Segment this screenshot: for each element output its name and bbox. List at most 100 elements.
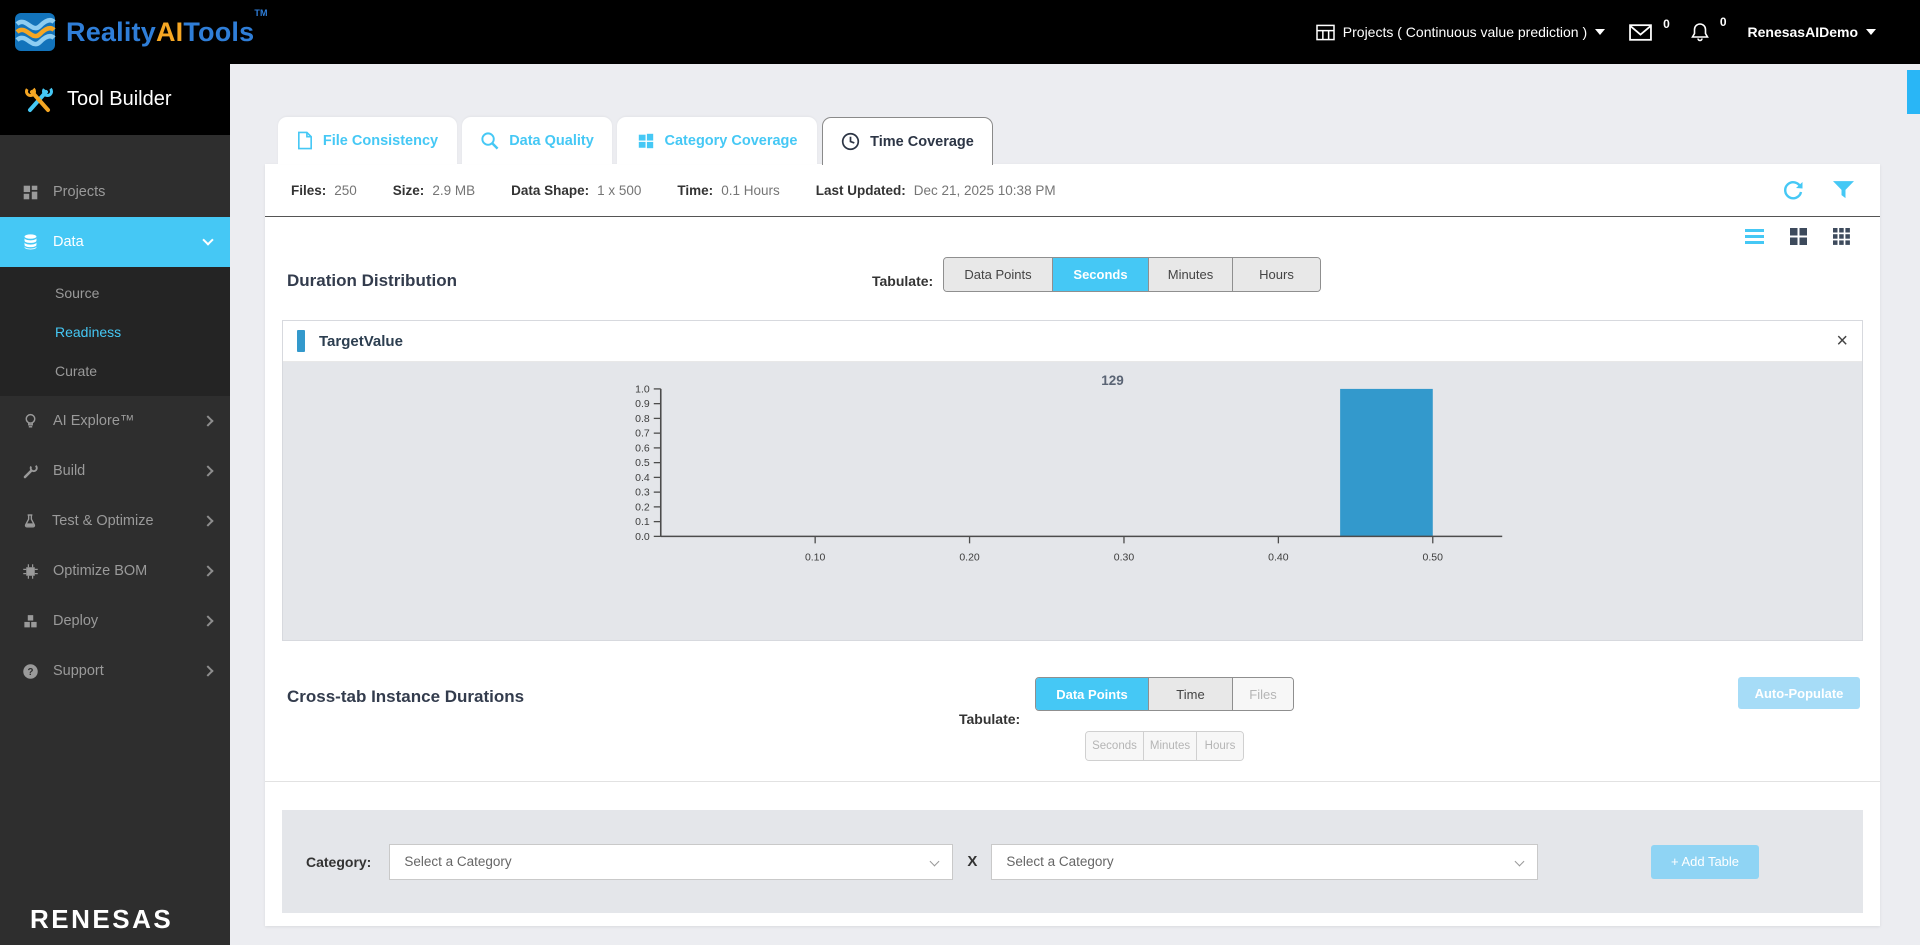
svg-text:0.50: 0.50 [1423, 552, 1444, 563]
tab-file-consistency[interactable]: File Consistency [278, 117, 457, 164]
info-last-updated: Last Updated: Dec 21, 2025 10:38 PM [816, 183, 1056, 198]
dataset-info-bar: Files: 250 Size: 2.9 MB Data Shape: 1 x … [265, 164, 1880, 217]
envelope-icon [1629, 24, 1652, 41]
sidebar-item-label: Data [53, 234, 84, 250]
svg-text:0.20: 0.20 [959, 552, 980, 563]
messages-count-badge: 0 [1663, 17, 1670, 31]
crosstab-data-points-button[interactable]: Data Points [1036, 678, 1149, 710]
sidebar-item-support[interactable]: ? Support [0, 646, 230, 696]
scrollbar-thumb[interactable] [1907, 70, 1920, 114]
sidebar-item-projects[interactable]: Projects [0, 167, 230, 217]
crosstab-time-button[interactable]: Time [1149, 678, 1233, 710]
app-window: RealityAIToolsTM Projects ( Continuous v… [0, 0, 1920, 945]
sidebar-item-test-optimize[interactable]: Test & Optimize [0, 496, 230, 546]
app-title: RealityAIToolsTM [66, 17, 268, 48]
crosstab-units-group: Seconds Minutes Hours [1085, 731, 1244, 761]
sidebar-item-ai-explore[interactable]: AI Explore™ [0, 396, 230, 446]
svg-text:0.3: 0.3 [635, 488, 650, 499]
wrench-icon [22, 463, 39, 480]
sidebar-item-label: AI Explore™ [53, 413, 134, 429]
tab-category-coverage[interactable]: Category Coverage [617, 117, 817, 164]
tab-data-quality[interactable]: Data Quality [462, 117, 612, 164]
crosstab-hours-button[interactable]: Hours [1197, 732, 1243, 760]
cubes-icon [22, 613, 39, 630]
projects-grid-icon [22, 184, 39, 201]
sidebar-item-label: Optimize BOM [53, 563, 147, 579]
notifications-count-badge: 0 [1720, 15, 1727, 29]
sidebar-subitem-readiness[interactable]: Readiness [0, 312, 230, 351]
list-view-icon[interactable] [1745, 229, 1764, 244]
tabulate-label: Tabulate: [872, 273, 933, 289]
chevron-right-icon [202, 665, 213, 676]
sidebar-item-deploy[interactable]: Deploy [0, 596, 230, 646]
svg-text:0.10: 0.10 [805, 552, 826, 563]
tab-time-coverage[interactable]: Time Coverage [822, 117, 993, 165]
sidebar-item-label: Support [53, 663, 104, 679]
subitem-label: Readiness [55, 324, 121, 340]
sidebar-item-label: Build [53, 463, 85, 479]
projects-menu[interactable]: Projects ( Continuous value prediction ) [1316, 24, 1605, 41]
user-menu[interactable]: RenesasAIDemo [1748, 24, 1877, 40]
auto-populate-button[interactable]: Auto-Populate [1738, 677, 1860, 709]
histogram-plot: 0.00.10.20.30.40.50.60.70.80.91.00.100.2… [283, 361, 1862, 640]
crosstab-section: Cross-tab Instance Durations Tabulate: D… [265, 641, 1880, 782]
projects-menu-label: Projects ( Continuous value prediction ) [1343, 24, 1587, 40]
chevron-down-icon [1595, 29, 1605, 35]
svg-text:0.4: 0.4 [635, 473, 650, 484]
view-toolbar [265, 217, 1880, 255]
chevron-right-icon [202, 465, 213, 476]
svg-text:0.9: 0.9 [635, 399, 650, 410]
grid-view-icon[interactable] [1790, 228, 1807, 245]
tabulate-hours-button[interactable]: Hours [1233, 258, 1320, 291]
add-table-button[interactable]: + Add Table [1651, 845, 1759, 879]
targetvalue-panel-header: TargetValue × [283, 321, 1862, 361]
sidebar-item-label: Test & Optimize [52, 513, 154, 529]
category-select-2-value: Select a Category [1006, 854, 1113, 869]
content-card: Files: 250 Size: 2.9 MB Data Shape: 1 x … [265, 164, 1880, 926]
search-icon [480, 131, 499, 150]
filter-icon[interactable] [1833, 181, 1854, 200]
duration-tabulate-group: Data Points Seconds Minutes Hours [943, 257, 1321, 292]
table-icon [1316, 24, 1335, 41]
sidebar-subitem-curate[interactable]: Curate [0, 351, 230, 390]
panel-color-marker [297, 330, 305, 352]
refresh-icon[interactable] [1781, 178, 1805, 202]
small-grid-view-icon[interactable] [1833, 228, 1850, 245]
tabulate-data-points-button[interactable]: Data Points [944, 258, 1053, 291]
close-icon[interactable]: × [1836, 331, 1848, 351]
sidebar-item-optimize-bom[interactable]: Optimize BOM [0, 546, 230, 596]
info-label: Last Updated: [816, 183, 906, 198]
chevron-right-icon [202, 515, 213, 526]
info-files: Files: 250 [291, 183, 357, 198]
file-icon [297, 131, 313, 150]
crosstab-seconds-button[interactable]: Seconds [1086, 732, 1144, 760]
chevron-down-icon [1866, 29, 1876, 35]
sidebar-subitem-source[interactable]: Source [0, 273, 230, 312]
crosstab-minutes-button[interactable]: Minutes [1144, 732, 1197, 760]
category-select-1[interactable]: Select a Category [389, 844, 953, 880]
category-label: Category: [306, 854, 371, 870]
crosstab-mode-group: Data Points Time Files [1035, 677, 1294, 711]
tabulate-minutes-button[interactable]: Minutes [1149, 258, 1233, 291]
info-value: Dec 21, 2025 10:38 PM [914, 183, 1056, 198]
notifications-button[interactable]: 0 [1691, 22, 1724, 42]
svg-text:0.6: 0.6 [635, 443, 650, 454]
tabulate-seconds-button[interactable]: Seconds [1053, 258, 1149, 291]
crosstab-files-button[interactable]: Files [1233, 678, 1293, 710]
info-label: Data Shape: [511, 183, 589, 198]
cross-separator: X [967, 853, 977, 870]
database-icon [22, 233, 39, 251]
category-select-2[interactable]: Select a Category [991, 844, 1538, 880]
bar-count-label: 129 [1101, 373, 1124, 388]
subitem-label: Source [55, 285, 99, 301]
chevron-down-icon [930, 856, 940, 866]
histogram-bar[interactable] [1340, 389, 1433, 536]
messages-button[interactable]: 0 [1629, 24, 1667, 41]
svg-text:0.2: 0.2 [635, 502, 650, 513]
sidebar-item-data[interactable]: Data [0, 217, 230, 267]
targetvalue-panel: TargetValue × 0.00.10.20.30.40.50.60.70.… [282, 320, 1863, 641]
sidebar-item-label: Projects [53, 184, 105, 200]
svg-text:0.7: 0.7 [635, 429, 650, 440]
tool-builder-title: Tool Builder [67, 88, 172, 111]
sidebar-item-build[interactable]: Build [0, 446, 230, 496]
